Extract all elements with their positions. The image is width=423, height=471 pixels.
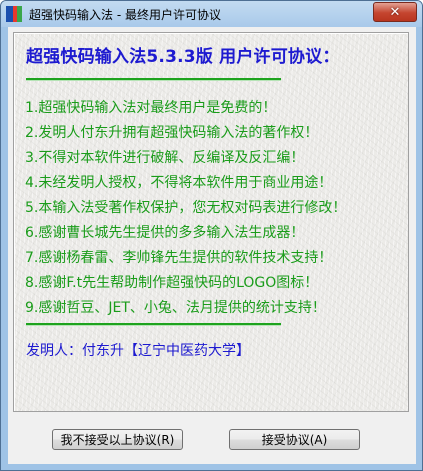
license-term: 2.发明人付东升拥有超强快码输入法的著作权！ (25, 125, 319, 141)
license-term: 6.感谢曹长城先生提供的多多输入法生成器！ (25, 225, 305, 241)
license-terms-list: 1.超强快码输入法对最终用户是免费的！ 2.发明人付东升拥有超强快码输入法的著作… (25, 96, 346, 321)
license-dialog-window: 超强快码输入法 - 最终用户许可协议 ✕ 超强快码输入法5.3.3版 用户许可协… (0, 0, 423, 471)
accept-button[interactable]: 接受协议(A) (229, 429, 360, 450)
license-term: 3.不得对本软件进行破解、反编译及反汇编！ (25, 150, 305, 166)
dialog-client-area: 超强快码输入法5.3.3版 用户许可协议： 1.超强快码输入法对最终用户是免费的… (8, 27, 416, 464)
divider-bottom (26, 323, 281, 326)
license-term: 5.本输入法受著作权保护，您无权对码表进行修改！ (25, 200, 347, 216)
license-term: 7.感谢杨春雷、李帅锋先生提供的软件技术支持！ (25, 250, 333, 266)
divider-top (26, 78, 281, 81)
app-icon (6, 6, 22, 22)
license-panel: 超强快码输入法5.3.3版 用户许可协议： 1.超强快码输入法对最终用户是免费的… (13, 32, 409, 412)
decline-button[interactable]: 我不接受以上协议(R) (52, 429, 183, 450)
window-title: 超强快码输入法 - 最终用户许可协议 (29, 8, 221, 22)
title-bar[interactable]: 超强快码输入法 - 最终用户许可协议 ✕ (1, 1, 422, 27)
license-term: 8.感谢F.t先生帮助制作超强快码的LOGO图标！ (25, 275, 319, 291)
license-term: 4.未经发明人授权，不得将本软件用于商业用途！ (25, 175, 333, 191)
license-term: 1.超强快码输入法对最终用户是免费的！ (25, 100, 277, 116)
close-button[interactable]: ✕ (373, 2, 417, 22)
license-term: 9.感谢哲豆、JET、小兔、法月提供的统计支持！ (25, 300, 326, 316)
close-icon: ✕ (389, 4, 401, 20)
license-heading: 超强快码输入法5.3.3版 用户许可协议： (26, 47, 340, 67)
inventor-credit: 发明人：付东升【辽宁中医药大学】 (26, 343, 250, 359)
